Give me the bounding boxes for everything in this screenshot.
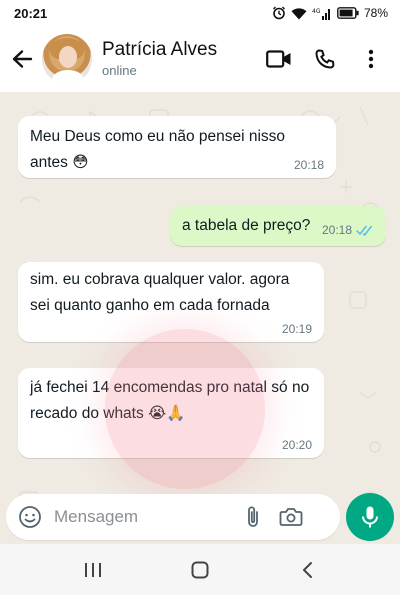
message-meta: 20:18 [294, 158, 324, 172]
status-time: 20:21 [14, 5, 48, 21]
message-outgoing[interactable]: a tabela de preço? 20:18 [170, 206, 386, 246]
battery-icon [337, 7, 359, 19]
chat-area[interactable]: Meu Deus como eu não pensei nisso antes … [0, 92, 400, 544]
more-options-button[interactable] [348, 39, 394, 79]
back-nav-button[interactable] [287, 550, 327, 590]
back-chevron-icon [302, 561, 312, 578]
recents-icon [85, 562, 102, 577]
message-meta: 20:18 [322, 223, 374, 237]
message-time: 20:18 [321, 223, 352, 237]
message-input[interactable] [54, 507, 234, 527]
emoji-button[interactable] [16, 503, 44, 531]
contact-name: Patrícia Alves [102, 39, 218, 60]
alarm-icon [272, 6, 286, 20]
message-meta: 20:20 [282, 438, 312, 452]
camera-icon [279, 508, 303, 526]
composer-bar [0, 490, 400, 544]
wifi-icon [291, 7, 307, 20]
more-vert-icon [368, 49, 374, 69]
message-text: já fechei 14 encomendas pro natal só no … [30, 379, 310, 422]
header-actions [256, 39, 394, 79]
video-call-button[interactable] [256, 39, 302, 79]
chat-header: Patrícia Alves online [0, 26, 400, 92]
home-button[interactable] [180, 550, 220, 590]
contact-status: online [102, 63, 137, 78]
back-arrow-icon [12, 50, 33, 68]
attach-button[interactable] [234, 498, 272, 536]
double-check-read-icon [356, 225, 372, 236]
message-time: 20:18 [293, 158, 324, 172]
message-meta: 20:19 [282, 322, 312, 336]
back-button[interactable] [4, 41, 40, 77]
mic-icon [362, 506, 378, 528]
composer-pill [6, 494, 340, 540]
avatar[interactable] [42, 34, 92, 84]
attach-icon [248, 506, 258, 527]
emoji-icon [19, 506, 41, 528]
message-time: 20:19 [281, 322, 312, 336]
battery-percent: 78% [363, 6, 388, 20]
message-time: 20:20 [281, 438, 312, 452]
camera-button[interactable] [272, 498, 310, 536]
signal-4g-icon: 4G [312, 7, 332, 20]
video-call-icon [266, 50, 291, 68]
voice-call-icon [315, 49, 335, 69]
recents-button[interactable] [73, 550, 113, 590]
android-nav-bar [0, 544, 400, 595]
message-incoming[interactable]: sim. eu cobrava qualquer valor. agora se… [18, 262, 324, 342]
message-text: Meu Deus como eu não pensei nisso antes … [30, 128, 286, 171]
home-icon [191, 561, 209, 578]
voice-call-button[interactable] [302, 39, 348, 79]
svg-text:4G: 4G [312, 8, 321, 15]
voice-record-button[interactable] [346, 493, 394, 541]
status-bar: 20:21 4G 78% [0, 0, 400, 26]
message-text: sim. eu cobrava qualquer valor. agora se… [30, 271, 290, 314]
contact-info[interactable]: Patrícia Alves online [102, 38, 217, 80]
status-icons: 4G 78% [272, 6, 388, 20]
message-incoming[interactable]: Meu Deus como eu não pensei nisso antes … [18, 116, 336, 178]
message-incoming[interactable]: já fechei 14 encomendas pro natal só no … [18, 368, 324, 458]
